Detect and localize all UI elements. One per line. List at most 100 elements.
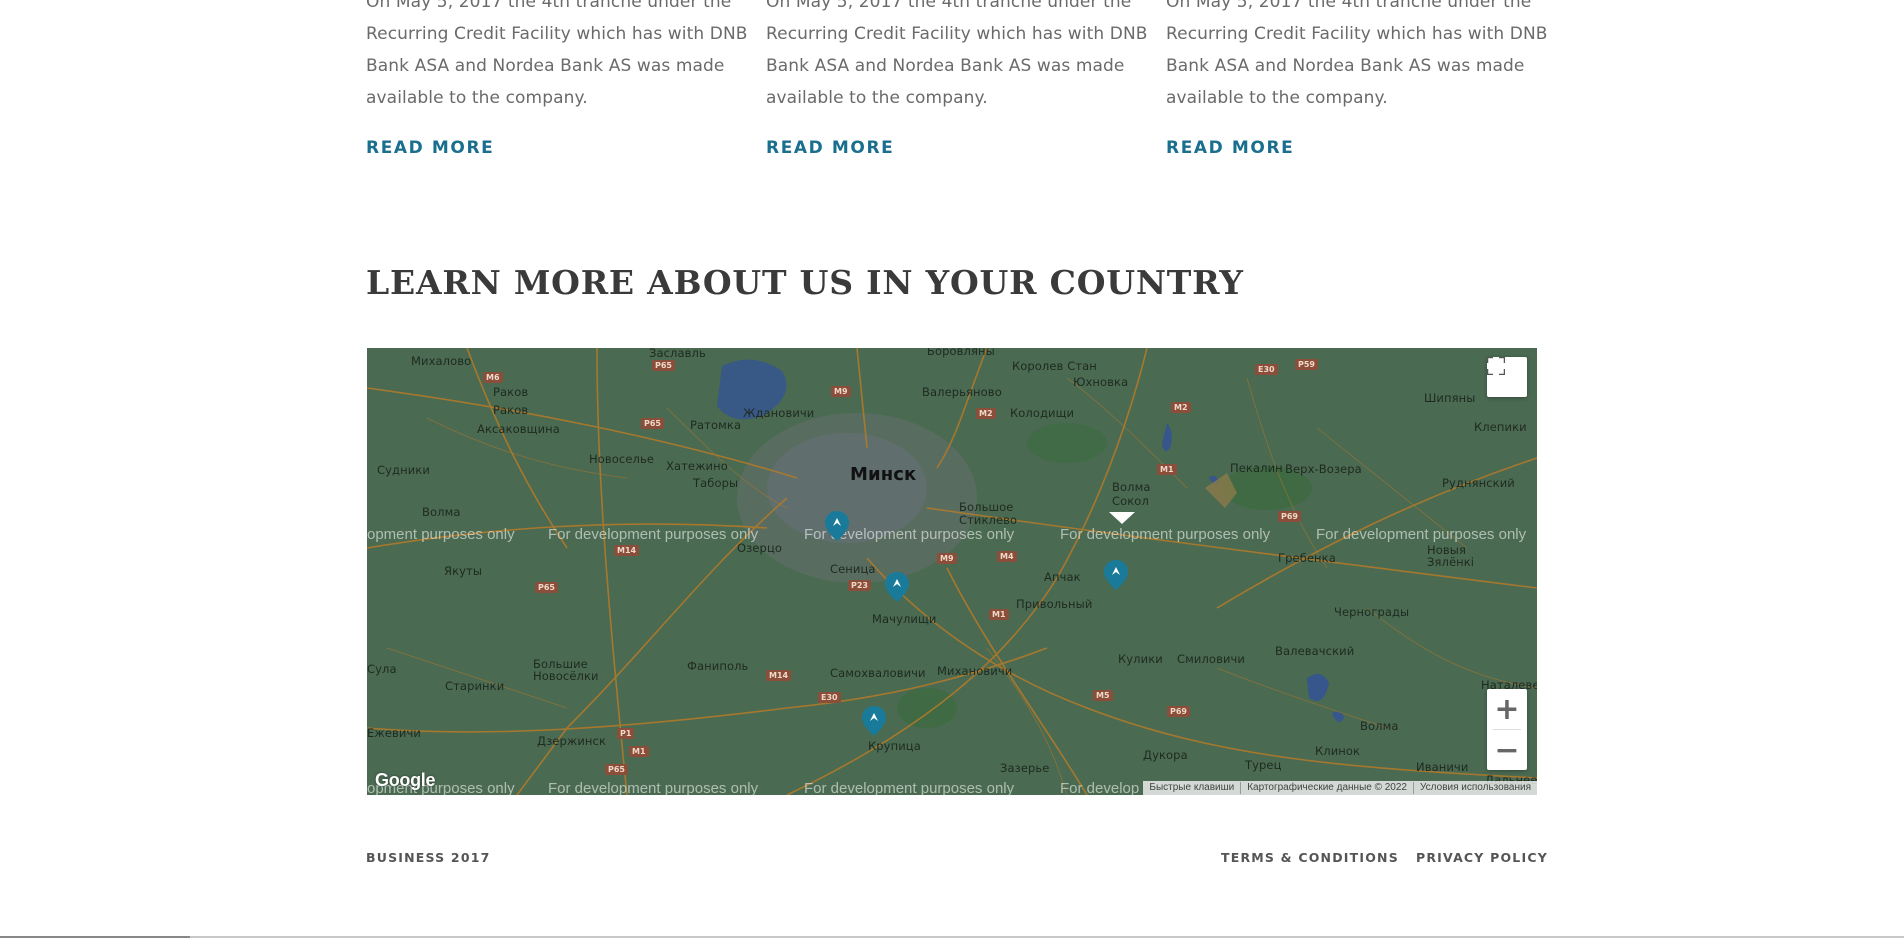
- place-label: Хатежино: [666, 459, 728, 473]
- road-shield: Е30: [818, 692, 841, 703]
- place-label: Михановичи: [937, 664, 1013, 678]
- news-line: On May 5, 2017 the 4th tranche under the: [366, 0, 732, 12]
- map-attribution: Быстрые клавиши Картографические данные …: [1143, 781, 1537, 795]
- place-label: Новоселье: [589, 452, 654, 466]
- fullscreen-button[interactable]: [1487, 357, 1527, 397]
- map-marker-icon[interactable]: [862, 706, 886, 736]
- place-label: Волма: [422, 505, 461, 519]
- google-logo[interactable]: Google: [375, 770, 436, 791]
- place-label: Привольный: [1016, 597, 1093, 611]
- place-label: Ежевичи: [367, 726, 421, 740]
- road-shield: Р65: [535, 582, 558, 593]
- news-line: available to the company.: [766, 88, 988, 108]
- news-line: Recurring Credit Facility which has with…: [1166, 24, 1548, 44]
- dev-watermark: opment purposes only: [367, 526, 515, 543]
- place-label: Аксаковщина: [477, 422, 560, 436]
- road-shield: М4: [997, 551, 1017, 562]
- place-label: Якуты: [444, 564, 483, 578]
- map-data-label: Картографические данные © 2022: [1241, 782, 1414, 794]
- place-label: Раков: [493, 403, 529, 417]
- place-label: Валерьяново: [922, 385, 1002, 399]
- place-label: Дзержинск: [537, 734, 606, 748]
- terms-of-use-link[interactable]: Условия использования: [1414, 782, 1537, 794]
- road-shield: М14: [766, 670, 792, 681]
- place-label: Большие Новосёлки: [533, 657, 599, 683]
- place-label: Заславль: [649, 348, 706, 360]
- road-shield: М1: [1157, 464, 1177, 475]
- news-text: On May 5, 2017 the 4th tranche under the…: [1166, 0, 1548, 114]
- zoom-control: + −: [1487, 689, 1527, 770]
- road-shield: Р65: [641, 418, 664, 429]
- road-shield: М14: [614, 545, 640, 556]
- place-label: Ждановичи: [743, 406, 815, 420]
- road-shield: М2: [976, 408, 996, 419]
- place-label: Руднянский: [1442, 476, 1515, 490]
- place-label: Боровляны: [927, 348, 995, 358]
- news-line: Recurring Credit Facility which has with…: [766, 24, 1148, 44]
- place-label: Пекалин: [1230, 461, 1283, 475]
- news-line: Bank ASA and Nordea Bank AS was made: [766, 56, 1125, 76]
- place-label: Гребенка: [1278, 551, 1336, 565]
- dev-watermark: For development purposes only: [804, 780, 1015, 795]
- place-label: Чернограды: [1334, 605, 1410, 619]
- fullscreen-icon: [1487, 357, 1505, 375]
- news-line: Bank ASA and Nordea Bank AS was made: [1166, 56, 1525, 76]
- place-label: Таборы: [693, 476, 739, 490]
- place-label: Самохваловичи: [830, 666, 926, 680]
- place-label: Ратомка: [690, 418, 742, 432]
- terms-link[interactable]: TERMS & CONDITIONS: [1221, 850, 1399, 865]
- place-label: Раков: [493, 385, 529, 399]
- place-label: Колодищи: [1010, 406, 1075, 420]
- city-label: Минск: [850, 464, 917, 485]
- read-more-link[interactable]: READ MORE: [766, 138, 894, 158]
- road-shield: М2: [1171, 402, 1191, 413]
- road-shield: Р1: [617, 728, 635, 739]
- road-shield: Р69: [1167, 706, 1190, 717]
- dev-watermark: For development purposes only: [548, 526, 759, 543]
- place-label: Большое Стиклево: [959, 500, 1018, 527]
- place-label: Крупица: [868, 739, 921, 753]
- map-marker-icon[interactable]: [1104, 560, 1128, 590]
- place-label: Апчак: [1044, 570, 1081, 584]
- news-line: Recurring Credit Facility which has with…: [366, 24, 748, 44]
- dev-watermark: For develop: [1060, 780, 1140, 795]
- news-line: On May 5, 2017 the 4th tranche under the: [1166, 0, 1532, 12]
- road-shield: М1: [989, 609, 1009, 620]
- pointer-triangle-icon: [1109, 512, 1135, 524]
- map-marker-icon[interactable]: [885, 572, 909, 602]
- place-label: Судники: [377, 463, 430, 477]
- road-shield: Е30: [1255, 364, 1278, 375]
- place-label: Смиловичи: [1177, 652, 1245, 666]
- place-label: Волма Сокол: [1112, 480, 1151, 508]
- road-shield: Р65: [605, 764, 628, 775]
- keyboard-shortcuts-link[interactable]: Быстрые клавиши: [1143, 782, 1242, 794]
- privacy-policy-link[interactable]: PRIVACY POLICY: [1416, 850, 1548, 865]
- place-label: Валевачский: [1275, 644, 1355, 658]
- road-shield: Р23: [848, 580, 871, 591]
- place-label: Сула: [367, 662, 397, 676]
- place-label: Озерцо: [737, 541, 783, 555]
- read-more-link[interactable]: READ MORE: [366, 138, 494, 158]
- place-label: Шипяны: [1424, 391, 1476, 405]
- road-shield: Р65: [652, 360, 675, 371]
- place-label: Волма: [1360, 719, 1399, 733]
- news-line: available to the company.: [366, 88, 588, 108]
- dev-watermark: For development purposes only: [548, 780, 759, 795]
- place-label: Клепики: [1474, 420, 1527, 434]
- place-label: Верх-Возера: [1285, 462, 1362, 476]
- road-shield: Р69: [1278, 511, 1301, 522]
- road-shield: М9: [937, 553, 957, 564]
- read-more-link[interactable]: READ MORE: [1166, 138, 1294, 158]
- place-label: Фаниполь: [687, 659, 749, 673]
- place-label: Зазерье: [1000, 761, 1050, 775]
- road-shield: М6: [483, 372, 503, 383]
- zoom-out-button[interactable]: −: [1487, 730, 1527, 770]
- news-line: On May 5, 2017 the 4th tranche under the: [766, 0, 1132, 12]
- place-label: Старинки: [445, 679, 505, 693]
- dev-watermark: For development purposes only: [1060, 526, 1271, 543]
- zoom-in-button[interactable]: +: [1487, 689, 1527, 729]
- google-map[interactable]: Михалово Раков Раков Аксаковщина Судники…: [367, 348, 1537, 795]
- place-label: Новыя Зялёнкі: [1427, 543, 1475, 569]
- map-marker-icon[interactable]: [825, 511, 849, 541]
- place-label: Михалово: [411, 354, 472, 368]
